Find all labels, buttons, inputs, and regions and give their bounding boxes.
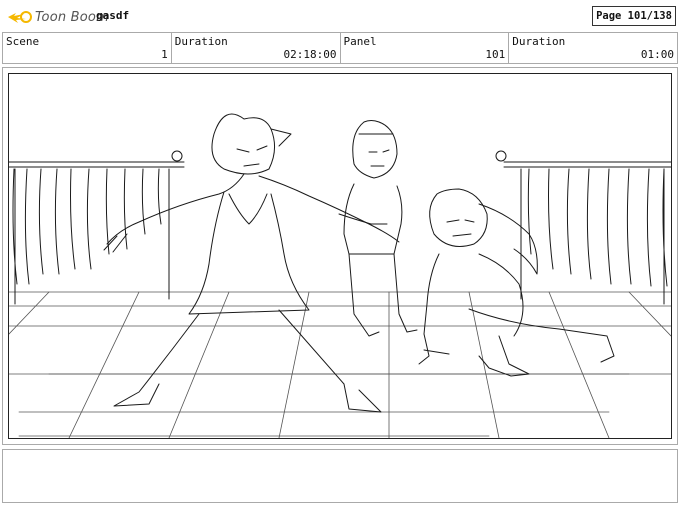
storyboard-panel: [2, 67, 678, 445]
panel-value: 101: [485, 48, 506, 61]
crouching-girl-figure: [418, 188, 615, 377]
woman-in-dress-figure: [103, 113, 400, 413]
scene-cell: Scene 1: [3, 33, 172, 63]
toon-boom-logo: Toon Boom: [6, 6, 109, 28]
panel-duration-label: Duration: [512, 35, 566, 48]
scene-duration-label: Duration: [174, 35, 228, 48]
scene-value: 1: [161, 48, 168, 61]
left-clothing-rack: [9, 150, 185, 305]
panel-duration-cell: Duration 01:00: [509, 33, 677, 63]
panel-label: Panel: [343, 35, 377, 48]
panel-image-frame: [8, 73, 672, 439]
page-indicator: Page 101/138: [592, 6, 676, 26]
project-name: gasdf: [96, 9, 130, 22]
panel-duration-value: 01:00: [640, 48, 674, 61]
logo-icon: [8, 11, 32, 23]
panel-cell: Panel 101: [341, 33, 510, 63]
floor-grid: [9, 291, 671, 438]
panel-notes-area[interactable]: [2, 449, 678, 503]
storyboard-sketch: [9, 113, 671, 438]
scene-duration-cell: Duration 02:18:00: [172, 33, 341, 63]
panel-info-row: Scene 1 Duration 02:18:00 Panel 101 Dura…: [2, 32, 678, 64]
scene-duration-value: 02:18:00: [283, 48, 337, 61]
scene-label: Scene: [6, 35, 40, 48]
